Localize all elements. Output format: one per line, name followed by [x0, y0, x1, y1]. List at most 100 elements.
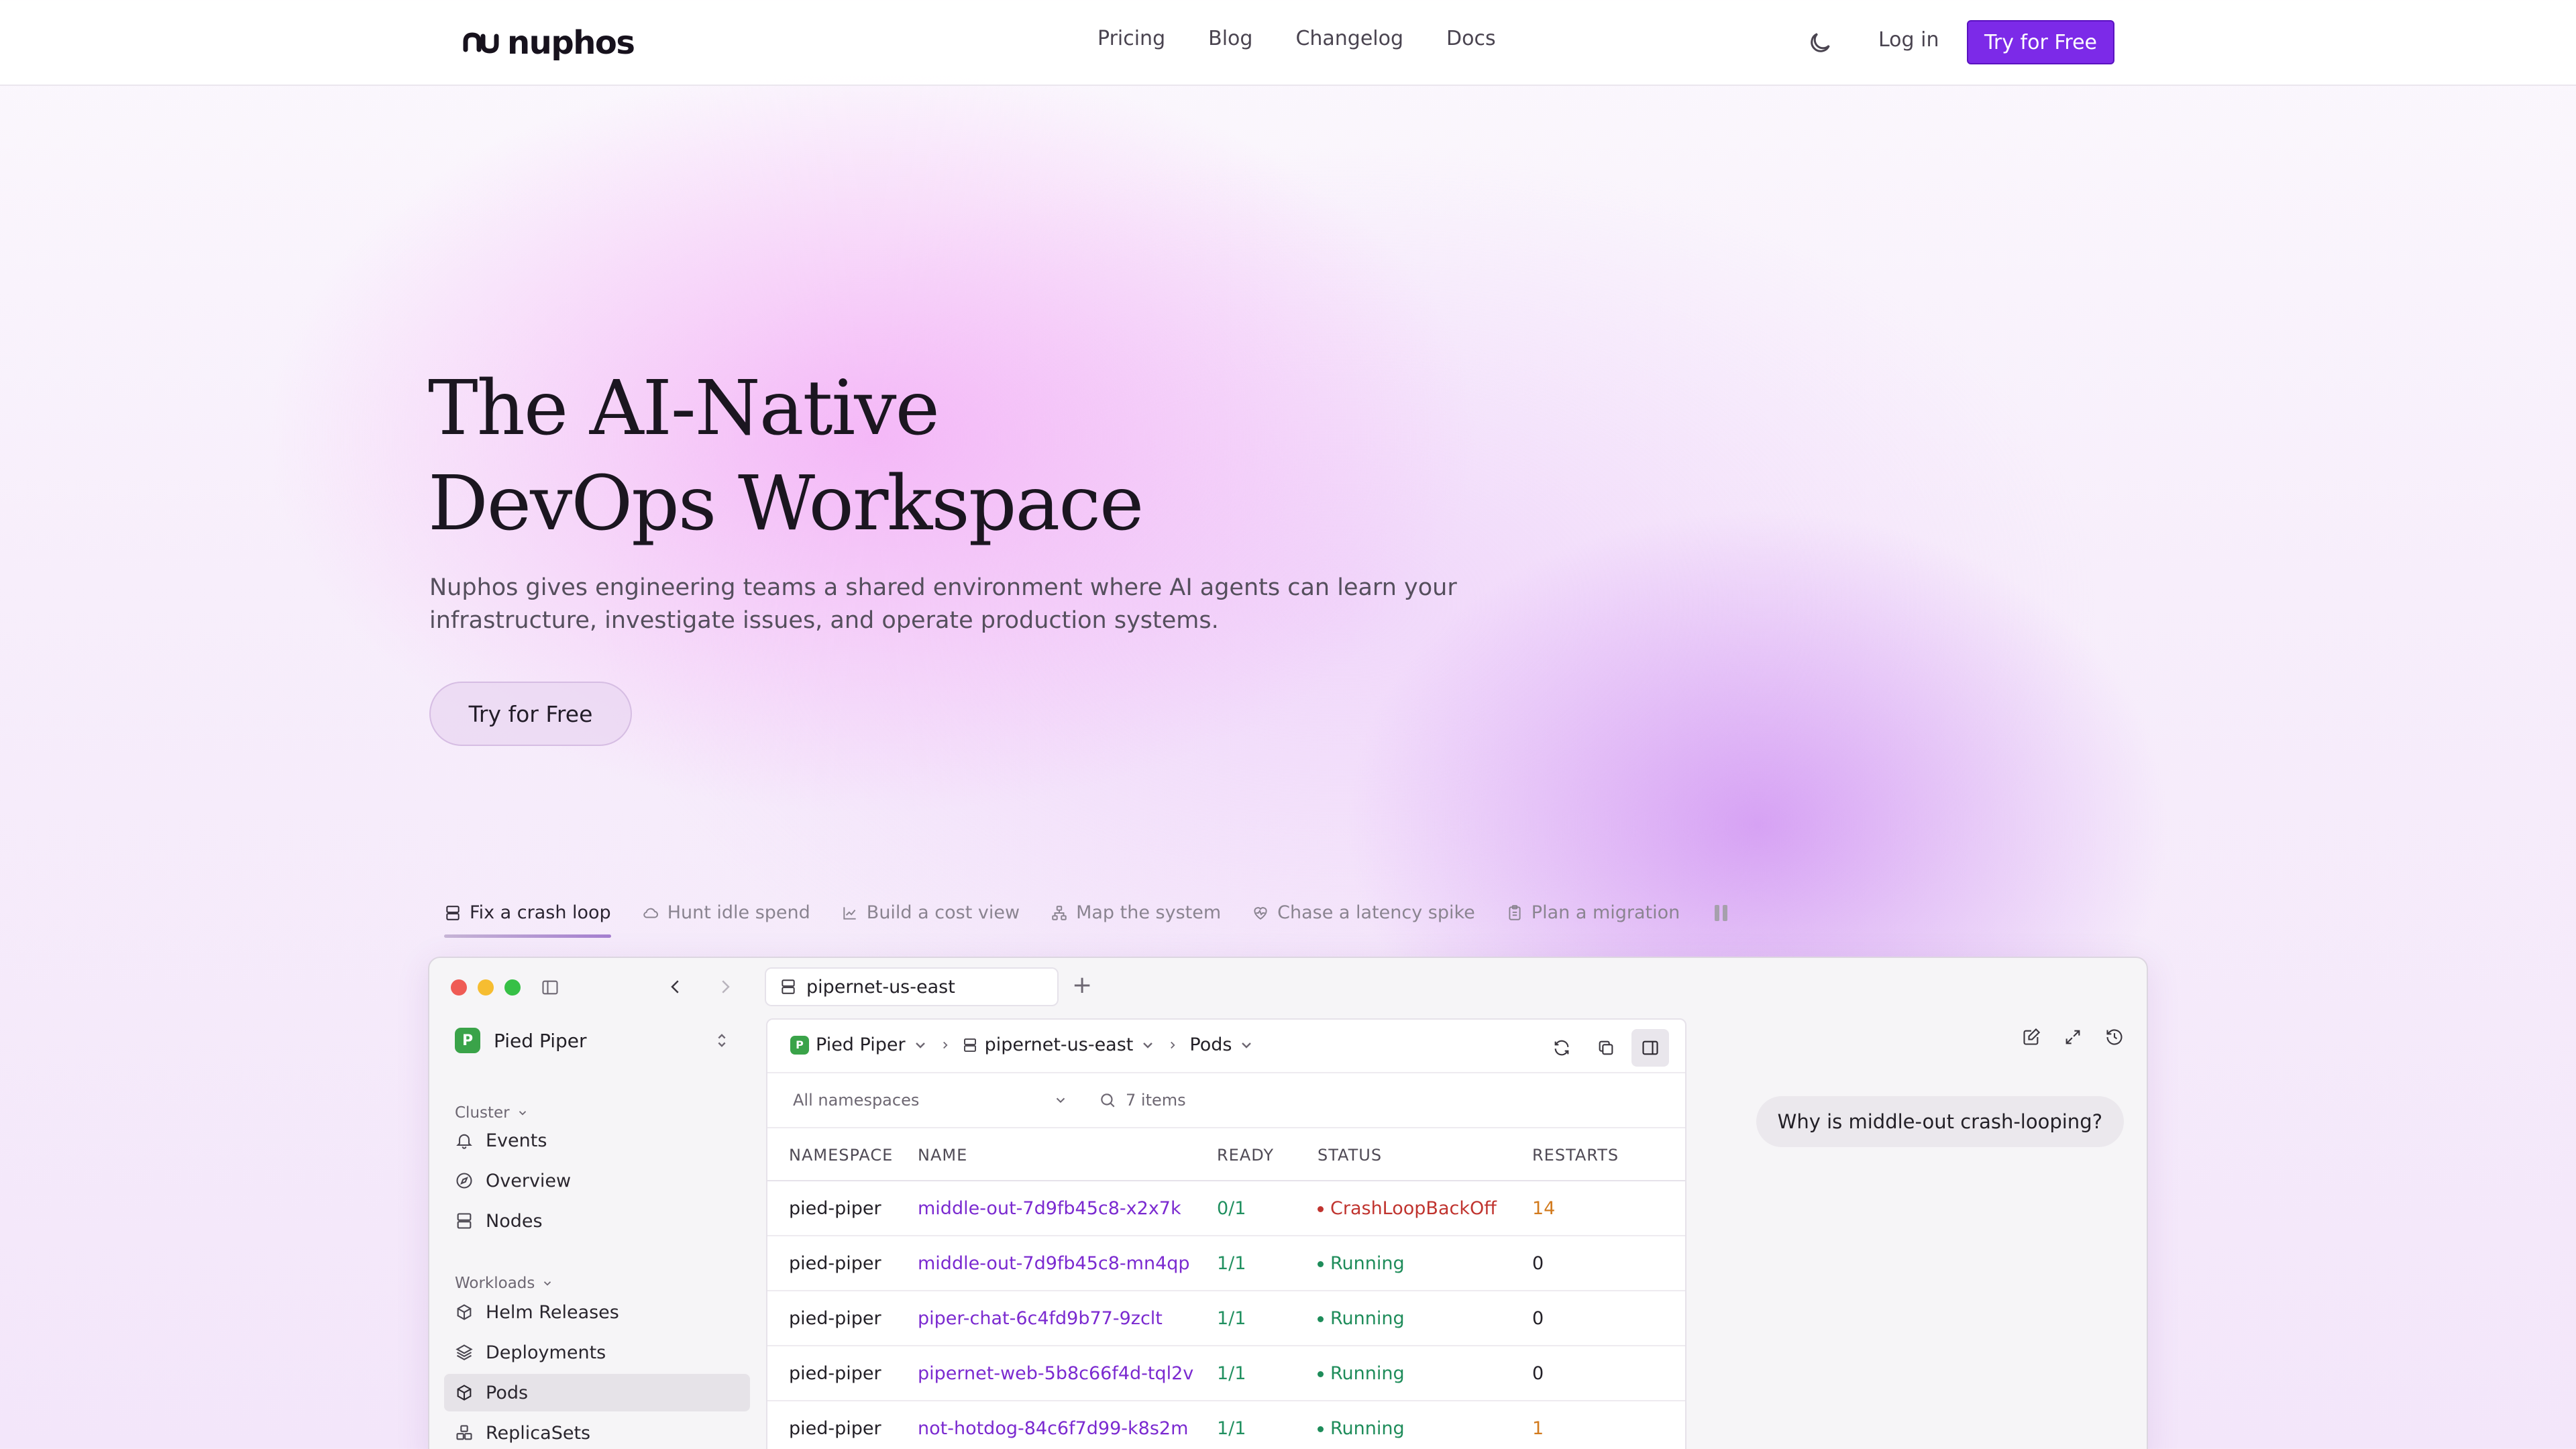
- minimize-window-button[interactable]: [478, 979, 494, 996]
- package-icon: [457, 1304, 472, 1320]
- status-dot: [1318, 1260, 1324, 1267]
- history-icon[interactable]: [2105, 1028, 2124, 1046]
- breadcrumb-cluster[interactable]: pipernet-us-east: [962, 1034, 1157, 1055]
- maximize-window-button[interactable]: [504, 979, 521, 996]
- pods-table: NAMESPACE NAME READY STATUS RESTARTS pie…: [767, 1130, 1685, 1449]
- nav-try-free-button[interactable]: Try for Free: [1967, 20, 2114, 64]
- search-icon: [1101, 1093, 1115, 1108]
- section-label: Workloads: [455, 1275, 535, 1292]
- cell-ready: 0/1: [1217, 1181, 1318, 1236]
- table-row[interactable]: pied-piper piper-chat-6c4fd9b77-9zclt 1/…: [767, 1291, 1685, 1346]
- edit-icon[interactable]: [2022, 1028, 2041, 1046]
- server-icon: [963, 1038, 976, 1052]
- column-header-name[interactable]: NAME: [918, 1130, 1217, 1181]
- forward-arrow-icon[interactable]: [715, 977, 735, 997]
- brand-logo[interactable]: nuphos: [462, 23, 635, 63]
- table-header-row: NAMESPACE NAME READY STATUS RESTARTS: [767, 1130, 1685, 1181]
- copy-button[interactable]: [1587, 1029, 1625, 1067]
- sidebar-item-nodes[interactable]: Nodes: [444, 1202, 750, 1240]
- close-window-button[interactable]: [451, 979, 467, 996]
- pause-icon[interactable]: [1715, 904, 1728, 921]
- sidebar-item-events[interactable]: Events: [444, 1122, 750, 1159]
- sidebar-item-label: Nodes: [486, 1210, 543, 1232]
- scenario-tab-idle-spend[interactable]: Hunt idle spend: [642, 902, 810, 938]
- breadcrumb-label: Pied Piper: [816, 1034, 906, 1055]
- top-nav: nuphos Pricing Blog Changelog Docs Log i…: [0, 0, 2576, 86]
- sidebar-section-cluster[interactable]: Cluster: [455, 1104, 529, 1122]
- status-dot: [1318, 1205, 1324, 1212]
- cell-status: CrashLoopBackOff: [1318, 1181, 1532, 1236]
- chevron-down-icon: [1242, 1042, 1252, 1049]
- org-switcher[interactable]: P Pied Piper: [455, 1028, 731, 1053]
- scenario-tab-migration[interactable]: Plan a migration: [1506, 902, 1680, 938]
- chevron-right-icon: [943, 1041, 948, 1049]
- layers-icon: [455, 1344, 473, 1360]
- nav-link-docs[interactable]: Docs: [1446, 27, 1496, 50]
- cell-pod-name-link[interactable]: piper-chat-6c4fd9b77-9zclt: [918, 1291, 1217, 1346]
- nav-link-changelog[interactable]: Changelog: [1295, 27, 1403, 50]
- status-dot: [1318, 1316, 1324, 1322]
- server-icon: [457, 1213, 472, 1229]
- cell-pod-name-link[interactable]: middle-out-7d9fb45c8-x2x7k: [918, 1181, 1217, 1236]
- pods-panel: P Pied Piper pipernet-us-east Pods All n…: [766, 1018, 1686, 1449]
- org-avatar: P: [790, 1035, 809, 1055]
- cell-restarts: 0: [1532, 1236, 1685, 1291]
- scenario-tab-map-system[interactable]: Map the system: [1051, 902, 1221, 938]
- column-header-ready[interactable]: READY: [1217, 1130, 1318, 1181]
- tab-cluster[interactable]: pipernet-us-east: [765, 967, 1059, 1006]
- nav-link-blog[interactable]: Blog: [1208, 27, 1252, 50]
- chevron-down-icon: [915, 1042, 925, 1049]
- table-row[interactable]: pied-piper middle-out-7d9fb45c8-mn4qp 1/…: [767, 1236, 1685, 1291]
- hero-try-free-button[interactable]: Try for Free: [429, 682, 632, 746]
- status-text: CrashLoopBackOff: [1330, 1197, 1497, 1219]
- refresh-button[interactable]: [1543, 1029, 1580, 1067]
- breadcrumb-resource[interactable]: Pods: [1189, 1034, 1254, 1055]
- moon-icon[interactable]: [1807, 30, 1833, 56]
- table-row[interactable]: pied-piper not-hotdog-84c6f7d99-k8s2m 1/…: [767, 1401, 1685, 1449]
- search-field[interactable]: 7 items: [1099, 1091, 1186, 1110]
- cell-pod-name-link[interactable]: middle-out-7d9fb45c8-mn4qp: [918, 1236, 1217, 1291]
- scenario-tab-cost-view[interactable]: Build a cost view: [841, 902, 1020, 938]
- cell-restarts: 0: [1532, 1346, 1685, 1401]
- scenario-tab-crash-loop[interactable]: Fix a crash loop: [444, 902, 611, 938]
- scenario-tabs: Fix a crash loop Hunt idle spend Build a…: [444, 902, 1728, 938]
- breadcrumb: P Pied Piper pipernet-us-east Pods: [790, 1034, 1254, 1055]
- section-label: Cluster: [455, 1104, 510, 1122]
- split-panel-button[interactable]: [1631, 1029, 1669, 1067]
- sidebar-item-label: ReplicaSets: [486, 1422, 591, 1444]
- sidebar-section-workloads[interactable]: Workloads: [455, 1275, 553, 1292]
- column-header-restarts[interactable]: RESTARTS: [1532, 1130, 1685, 1181]
- namespace-select[interactable]: All namespaces: [793, 1091, 1068, 1110]
- cell-namespace: pied-piper: [767, 1346, 918, 1401]
- sidebar-toggle-icon[interactable]: [541, 978, 559, 997]
- nav-link-pricing[interactable]: Pricing: [1097, 27, 1165, 50]
- sidebar-item-overview[interactable]: Overview: [444, 1162, 750, 1199]
- back-arrow-icon[interactable]: [665, 977, 686, 997]
- breadcrumb-label: Pods: [1189, 1034, 1232, 1055]
- sidebar-item-helm-releases[interactable]: Helm Releases: [444, 1293, 750, 1331]
- table-row[interactable]: pied-piper middle-out-7d9fb45c8-x2x7k 0/…: [767, 1181, 1685, 1236]
- cell-namespace: pied-piper: [767, 1401, 918, 1449]
- scenario-label: Map the system: [1076, 902, 1222, 923]
- scenario-label: Hunt idle spend: [667, 902, 810, 923]
- sidebar-item-label: Helm Releases: [486, 1301, 619, 1323]
- cell-pod-name-link[interactable]: pipernet-web-5b8c66f4d-tql2v: [918, 1346, 1217, 1401]
- sidebar-item-pods[interactable]: Pods: [444, 1374, 750, 1411]
- login-link[interactable]: Log in: [1878, 28, 1939, 52]
- table-row[interactable]: pied-piper pipernet-web-5b8c66f4d-tql2v …: [767, 1346, 1685, 1401]
- cell-pod-name-link[interactable]: not-hotdog-84c6f7d99-k8s2m: [918, 1401, 1217, 1449]
- column-header-namespace[interactable]: NAMESPACE: [767, 1130, 918, 1181]
- expand-icon[interactable]: [2063, 1028, 2082, 1046]
- sidebar-item-replicasets[interactable]: ReplicaSets: [444, 1414, 750, 1449]
- brand-name: nuphos: [507, 24, 635, 62]
- heart-pulse-icon: [1254, 906, 1267, 920]
- chevron-right-icon: [1171, 1041, 1175, 1049]
- sidebar-item-deployments[interactable]: Deployments: [444, 1334, 750, 1371]
- breadcrumb-org[interactable]: P Pied Piper: [790, 1034, 928, 1055]
- column-header-status[interactable]: STATUS: [1318, 1130, 1532, 1181]
- server-icon: [782, 979, 795, 994]
- cell-ready: 1/1: [1217, 1401, 1318, 1449]
- scenario-tab-latency-spike[interactable]: Chase a latency spike: [1252, 902, 1475, 938]
- cloud-icon: [643, 908, 658, 918]
- new-tab-plus-icon[interactable]: +: [1072, 971, 1092, 999]
